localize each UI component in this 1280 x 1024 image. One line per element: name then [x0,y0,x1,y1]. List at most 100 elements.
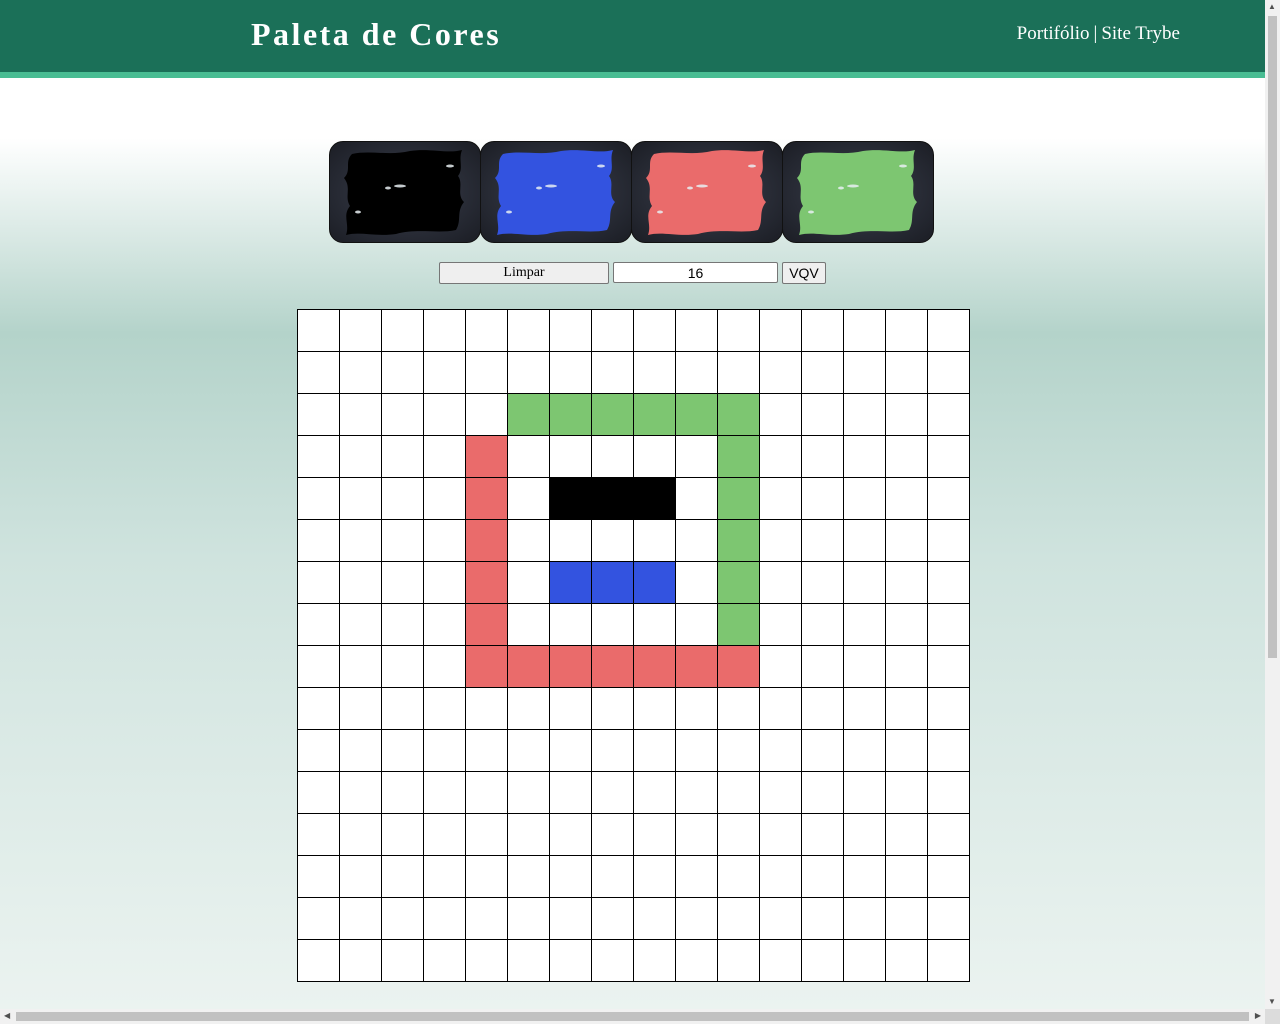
pixel[interactable] [844,394,886,436]
pixel[interactable] [802,646,844,688]
pixel[interactable] [298,898,340,940]
vertical-scrollbar[interactable]: ▲ ▼ [1265,0,1280,1009]
pixel[interactable] [886,394,928,436]
pixel[interactable] [550,352,592,394]
pixel[interactable] [634,646,676,688]
pixel[interactable] [886,940,928,982]
pixel[interactable] [466,646,508,688]
pixel[interactable] [550,394,592,436]
pixel[interactable] [760,394,802,436]
pixel[interactable] [466,688,508,730]
pixel[interactable] [466,352,508,394]
pixel[interactable] [466,856,508,898]
pixel[interactable] [508,940,550,982]
pixel[interactable] [340,394,382,436]
pixel[interactable] [676,730,718,772]
pixel[interactable] [718,730,760,772]
pixel[interactable] [718,604,760,646]
pixel[interactable] [676,562,718,604]
pixel[interactable] [760,436,802,478]
palette-color-green[interactable] [782,141,934,243]
pixel[interactable] [844,352,886,394]
pixel[interactable] [676,814,718,856]
pixel[interactable] [886,436,928,478]
pixel[interactable] [508,352,550,394]
pixel[interactable] [340,604,382,646]
pixel[interactable] [676,478,718,520]
pixel[interactable] [466,898,508,940]
pixel[interactable] [844,688,886,730]
pixel[interactable] [760,940,802,982]
pixel[interactable] [466,940,508,982]
pixel[interactable] [718,478,760,520]
pixel[interactable] [550,814,592,856]
pixel[interactable] [928,604,970,646]
pixel[interactable] [802,856,844,898]
pixel[interactable] [424,772,466,814]
pixel[interactable] [382,604,424,646]
pixel[interactable] [592,436,634,478]
pixel[interactable] [340,520,382,562]
pixel[interactable] [760,352,802,394]
pixel[interactable] [928,436,970,478]
pixel[interactable] [466,772,508,814]
pixel[interactable] [844,562,886,604]
pixel[interactable] [298,604,340,646]
pixel[interactable] [592,688,634,730]
pixel[interactable] [466,436,508,478]
pixel[interactable] [508,730,550,772]
pixel[interactable] [802,898,844,940]
pixel[interactable] [886,814,928,856]
pixel[interactable] [844,646,886,688]
pixel[interactable] [634,310,676,352]
pixel[interactable] [718,940,760,982]
pixel[interactable] [592,478,634,520]
pixel[interactable] [340,562,382,604]
pixel[interactable] [298,940,340,982]
pixel[interactable] [928,898,970,940]
pixel[interactable] [592,856,634,898]
pixel[interactable] [928,520,970,562]
pixel[interactable] [340,856,382,898]
pixel[interactable] [508,310,550,352]
pixel[interactable] [382,688,424,730]
pixel[interactable] [550,520,592,562]
pixel[interactable] [886,562,928,604]
pixel[interactable] [382,520,424,562]
pixel[interactable] [592,646,634,688]
pixel[interactable] [424,814,466,856]
pixel[interactable] [802,688,844,730]
palette-color-black[interactable] [329,141,481,243]
pixel[interactable] [340,646,382,688]
pixel[interactable] [760,604,802,646]
pixel[interactable] [718,898,760,940]
pixel[interactable] [424,730,466,772]
pixel[interactable] [340,940,382,982]
horizontal-scrollbar[interactable]: ◀ ▶ [0,1009,1265,1024]
pixel[interactable] [592,940,634,982]
pixel[interactable] [634,562,676,604]
pixel[interactable] [886,478,928,520]
pixel[interactable] [802,478,844,520]
pixel[interactable] [676,310,718,352]
pixel[interactable] [424,478,466,520]
scroll-right-icon[interactable]: ▶ [1255,1011,1261,1021]
pixel[interactable] [298,436,340,478]
pixel[interactable] [382,352,424,394]
pixel[interactable] [550,688,592,730]
pixel[interactable] [928,730,970,772]
pixel[interactable] [718,814,760,856]
pixel[interactable] [340,688,382,730]
horizontal-scroll-thumb[interactable] [16,1012,1249,1021]
link-portfolio[interactable]: Portifólio [1017,23,1090,44]
pixel[interactable] [550,562,592,604]
pixel[interactable] [760,898,802,940]
vertical-scroll-thumb[interactable] [1268,16,1277,658]
pixel[interactable] [424,520,466,562]
pixel[interactable] [340,352,382,394]
pixel[interactable] [382,856,424,898]
pixel[interactable] [886,772,928,814]
pixel[interactable] [298,352,340,394]
pixel[interactable] [340,814,382,856]
pixel[interactable] [550,436,592,478]
